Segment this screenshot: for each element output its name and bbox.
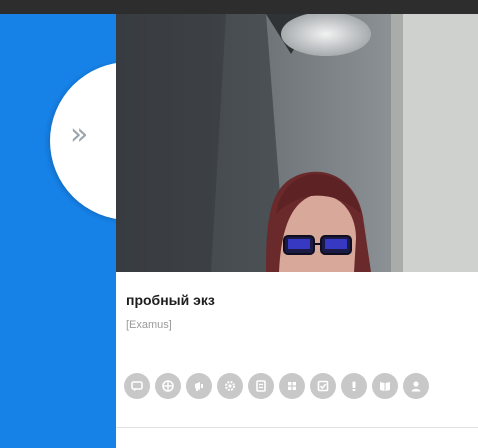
- settings-icon[interactable]: [217, 373, 243, 399]
- top-bar: [0, 0, 478, 14]
- checklist-icon[interactable]: [310, 373, 336, 399]
- globe-icon[interactable]: [155, 373, 181, 399]
- megaphone-icon[interactable]: [186, 373, 212, 399]
- info-icon[interactable]: [341, 373, 367, 399]
- document-icon[interactable]: [248, 373, 274, 399]
- exam-tools-row: [124, 373, 429, 399]
- chat-icon[interactable]: [124, 373, 150, 399]
- exam-provider: [Examus]: [126, 319, 172, 331]
- exam-card: пробный экз [Examus]: [116, 14, 478, 448]
- webcam-frame: [116, 14, 478, 272]
- card-divider: [116, 427, 478, 428]
- book-icon[interactable]: [372, 373, 398, 399]
- grid-icon[interactable]: [279, 373, 305, 399]
- user-icon[interactable]: [403, 373, 429, 399]
- webcam-video: [116, 14, 478, 272]
- exam-title: пробный экз: [126, 292, 215, 308]
- double-chevron-right-icon: »: [70, 117, 89, 152]
